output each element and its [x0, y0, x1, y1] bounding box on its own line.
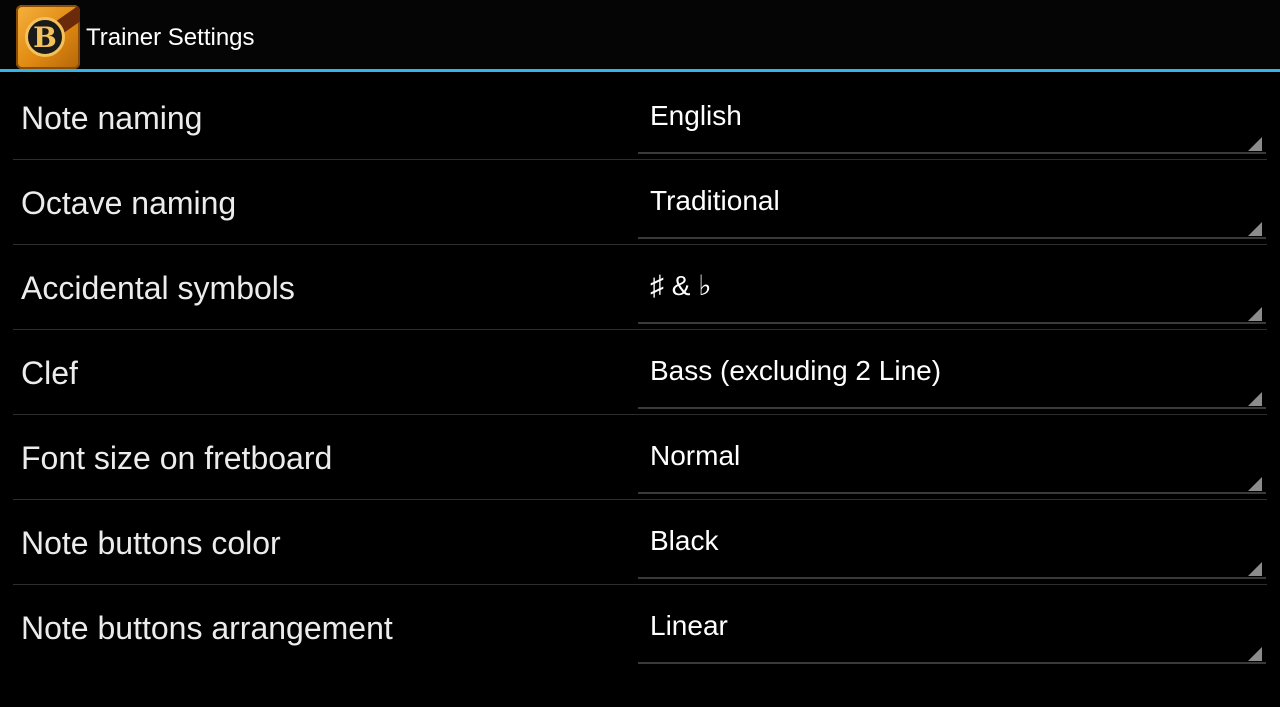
- spinner-underline: [638, 407, 1266, 409]
- setting-label: Font size on fretboard: [21, 440, 333, 476]
- spinner-dropdown-corner-icon: [1248, 307, 1262, 321]
- spinner-dropdown-corner-icon: [1248, 392, 1262, 406]
- spinner-value: Black: [650, 525, 719, 556]
- setting-label: Note naming: [21, 100, 203, 136]
- spinner-value: Linear: [650, 610, 728, 641]
- spinner-dropdown-corner-icon: [1248, 137, 1262, 151]
- setting-label: Note buttons arrangement: [21, 610, 393, 646]
- spinner-dropdown-corner-icon: [1248, 647, 1262, 661]
- accidental-symbols-spinner[interactable]: ♯ & ♭: [638, 245, 1266, 324]
- octave-naming-spinner[interactable]: Traditional: [638, 160, 1266, 239]
- spinner-value: English: [650, 100, 742, 131]
- setting-label: Clef: [21, 355, 78, 391]
- spinner-value: ♯ & ♭: [650, 270, 712, 301]
- setting-row-note-buttons-color: Note buttons color Black: [0, 500, 1280, 585]
- setting-row-font-size: Font size on fretboard Normal: [0, 415, 1280, 500]
- setting-row-note-naming: Note naming English: [0, 75, 1280, 160]
- spinner-dropdown-corner-icon: [1248, 222, 1262, 236]
- spinner-underline: [638, 152, 1266, 154]
- app-logo-icon[interactable]: B: [16, 5, 80, 69]
- setting-row-octave-naming: Octave naming Traditional: [0, 160, 1280, 245]
- spinner-value: Normal: [650, 440, 741, 471]
- settings-list: Note naming English Octave naming Tradit…: [0, 75, 1280, 670]
- font-size-spinner[interactable]: Normal: [638, 415, 1266, 494]
- spinner-dropdown-corner-icon: [1248, 562, 1262, 576]
- note-buttons-arrangement-spinner[interactable]: Linear: [638, 585, 1266, 664]
- spinner-underline: [638, 322, 1266, 324]
- spinner-underline: [638, 492, 1266, 494]
- spinner-value: Traditional: [650, 185, 780, 216]
- note-naming-spinner[interactable]: English: [638, 75, 1266, 154]
- spinner-value: Bass (excluding 2 Line): [650, 355, 942, 386]
- spinner-underline: [638, 577, 1266, 579]
- setting-label: Accidental symbols: [21, 270, 295, 306]
- spinner-underline: [638, 662, 1266, 664]
- logo-letter: B: [25, 17, 65, 57]
- note-buttons-color-spinner[interactable]: Black: [638, 500, 1266, 579]
- clef-spinner[interactable]: Bass (excluding 2 Line): [638, 330, 1266, 409]
- setting-row-accidental-symbols: Accidental symbols ♯ & ♭: [0, 245, 1280, 330]
- setting-label: Note buttons color: [21, 525, 281, 561]
- setting-label: Octave naming: [21, 185, 237, 221]
- action-bar: B Trainer Settings: [0, 0, 1280, 72]
- setting-row-clef: Clef Bass (excluding 2 Line): [0, 330, 1280, 415]
- spinner-dropdown-corner-icon: [1248, 477, 1262, 491]
- spinner-underline: [638, 237, 1266, 239]
- page-title: Trainer Settings: [86, 24, 255, 51]
- setting-row-note-buttons-arrangement: Note buttons arrangement Linear: [0, 585, 1280, 670]
